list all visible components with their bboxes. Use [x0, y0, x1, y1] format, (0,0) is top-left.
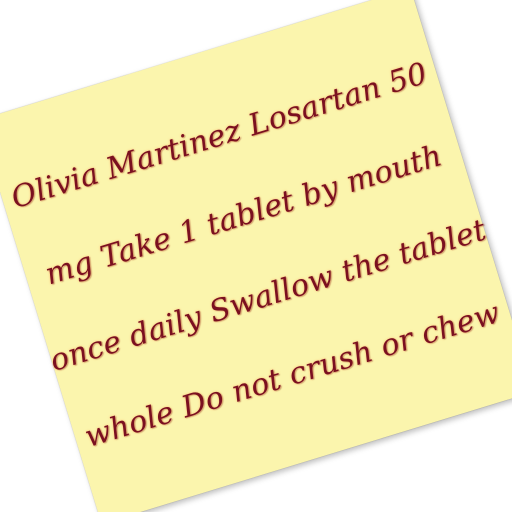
sticky-note: Olivia Martinez Losartan 50 mg Take 1 ta…	[0, 0, 512, 512]
handwritten-text-block: Olivia Martinez Losartan 50 mg Take 1 ta…	[0, 0, 512, 512]
photo-canvas: Olivia Martinez Losartan 50 mg Take 1 ta…	[0, 0, 512, 512]
